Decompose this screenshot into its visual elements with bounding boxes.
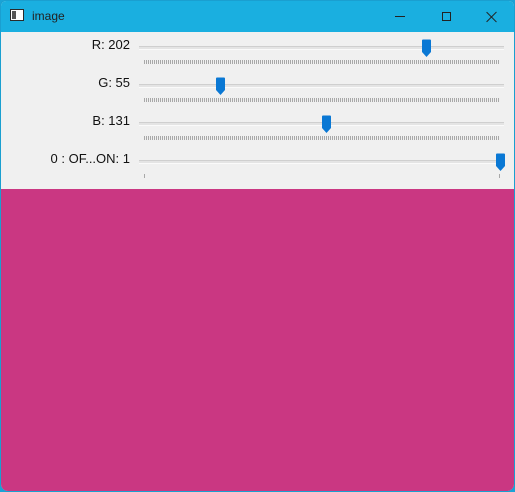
title-bar[interactable]: image: [1, 1, 514, 32]
trackbar-label-b: B: 131: [92, 113, 130, 128]
trackbar-label-g: G: 55: [98, 75, 130, 90]
trackbar-row-b: B: 131: [1, 111, 514, 149]
trackbar-label-switch: 0 : OF...ON: 1: [50, 151, 130, 166]
trackbar-label-r: R: 202: [91, 37, 130, 52]
trackbar-ticks-b: [144, 136, 500, 140]
close-icon: [486, 11, 498, 23]
trackbar-row-g: G: 55: [1, 73, 514, 111]
trackbar-row-r: R: 202: [1, 35, 514, 73]
trackbar-track-r[interactable]: [139, 46, 504, 50]
trackbar-track-g[interactable]: [139, 84, 504, 88]
trackbar-track-switch[interactable]: [139, 160, 504, 164]
opencv-window: image R: 202 G: 55 B: 131 0: OF...ON: 1: [0, 0, 515, 492]
trackbar-thumb-switch[interactable]: [495, 153, 506, 172]
close-button[interactable]: [469, 1, 514, 32]
window-title: image: [32, 9, 65, 23]
trackbar-row-switch: 0 : OF...ON: 1: [1, 149, 514, 187]
minimize-button[interactable]: [377, 1, 423, 32]
trackbar-thumb-g[interactable]: [215, 77, 226, 96]
maximize-button[interactable]: [423, 1, 469, 32]
trackbar-thumb-b[interactable]: [321, 115, 332, 134]
app-icon: [10, 9, 24, 21]
trackbar-ticks-g: [144, 98, 500, 102]
trackbar-ticks-r: [144, 60, 500, 64]
trackbar-panel: R: 202 G: 55 B: 131 0 : OF...ON: 1: [1, 32, 514, 189]
trackbar-ticks-switch: [144, 174, 500, 178]
minimize-icon: [395, 16, 405, 17]
trackbar-thumb-r[interactable]: [421, 39, 432, 58]
color-preview-image: [1, 189, 514, 491]
maximize-icon: [441, 12, 451, 21]
